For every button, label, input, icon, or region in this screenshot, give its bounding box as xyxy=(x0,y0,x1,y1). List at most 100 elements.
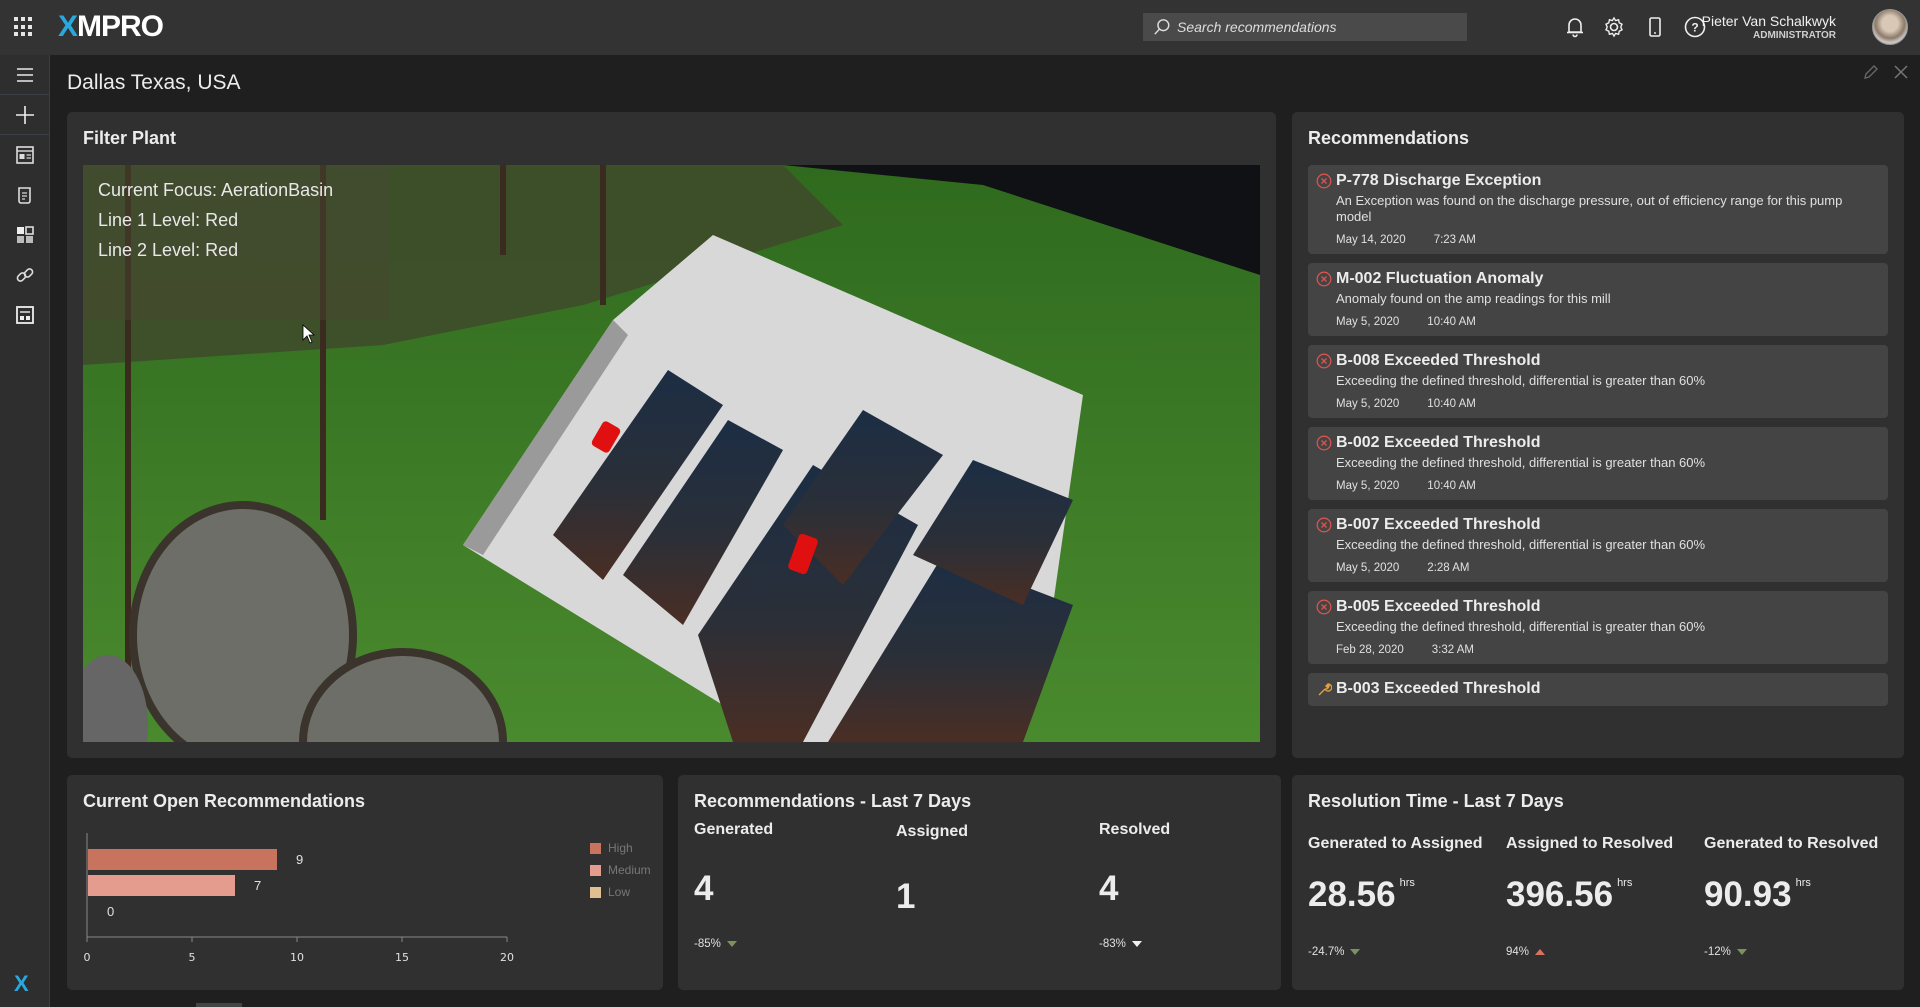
stat-value-resolved: 4 xyxy=(1099,869,1119,908)
wrench-icon xyxy=(1318,683,1332,696)
stat-label-assigned: Assigned xyxy=(896,823,969,840)
status-overlay: Current Focus: AerationBasin Line 1 Leve… xyxy=(83,165,389,320)
calculator-icon xyxy=(16,306,34,324)
bar-value-label: 7 xyxy=(254,878,261,893)
error-circle-icon xyxy=(1316,435,1332,451)
recommendation-meta: May 14, 2020 7:23 AM xyxy=(1336,234,1880,246)
recommendation-card[interactable]: B-003 Exceeded Threshold xyxy=(1308,673,1888,706)
trend-down-icon xyxy=(726,941,737,947)
recommendation-title: B-007 Exceeded Threshold xyxy=(1336,516,1541,533)
recommendations-list[interactable]: P-778 Discharge Exception An Exception wa… xyxy=(1308,165,1888,742)
trend-down-icon xyxy=(1131,941,1142,947)
svg-text:?: ? xyxy=(1691,21,1698,35)
recommendation-time: 10:40 AM xyxy=(1427,398,1476,410)
recommendation-title: B-005 Exceeded Threshold xyxy=(1336,598,1541,615)
trend-down-icon xyxy=(1350,949,1361,955)
legend-swatch xyxy=(590,864,601,876)
sidebar-logo[interactable]: X xyxy=(14,971,29,997)
bar-high xyxy=(88,849,277,870)
error-circle-icon xyxy=(1316,271,1332,287)
sidebar-item-widgets[interactable] xyxy=(0,215,50,255)
panel-title: Resolution Time - Last 7 Days xyxy=(1308,791,1564,811)
sidebar-item-calculator[interactable] xyxy=(0,295,50,335)
overlay-line: Line 2 Level: Red xyxy=(98,240,239,260)
apps-grid-icon[interactable] xyxy=(14,17,34,37)
recommendation-date: May 5, 2020 xyxy=(1336,562,1400,574)
recommendation-description: Exceeding the defined threshold, differe… xyxy=(1336,373,1706,388)
recommendation-title: P-778 Discharge Exception xyxy=(1336,172,1542,189)
recommendation-card[interactable]: B-002 Exceeded Threshold Exceeding the de… xyxy=(1308,427,1888,500)
user-info[interactable]: Pieter Van Schalkwyk ADMINISTRATOR xyxy=(1702,13,1836,41)
recommendation-description: Anomaly found on the amp readings for th… xyxy=(1336,291,1611,306)
sidebar-item-recommendations[interactable] xyxy=(0,175,50,215)
dashboard-icon xyxy=(16,146,34,164)
sidebar-item-links[interactable] xyxy=(0,255,50,295)
recommendation-time: 7:23 AM xyxy=(1433,234,1476,246)
close-icon[interactable] xyxy=(1892,63,1910,81)
horizontal-scrollbar[interactable] xyxy=(196,1003,242,1007)
sidebar: X xyxy=(0,55,50,1007)
xmpro-logo[interactable]: XMPRO xyxy=(58,10,164,44)
stat-change: -24.7% xyxy=(1308,946,1361,958)
recommendation-meta: May 5, 2020 2:28 AM xyxy=(1336,562,1880,574)
edit-icon[interactable] xyxy=(1862,63,1880,81)
recommendation-date: Feb 28, 2020 xyxy=(1336,644,1404,656)
sidebar-item-dashboard[interactable] xyxy=(0,135,50,175)
recommendation-card[interactable]: M-002 Fluctuation Anomaly Anomaly found o… xyxy=(1308,263,1888,336)
recommendation-title: B-003 Exceeded Threshold xyxy=(1336,680,1541,697)
bar-value-label: 9 xyxy=(296,852,303,867)
recommendation-description: Exceeding the defined threshold, differe… xyxy=(1336,537,1706,552)
legend-item[interactable]: Low xyxy=(590,881,651,903)
legend-label: Low xyxy=(608,885,631,899)
x-tick-label: 10 xyxy=(290,951,304,964)
recommendation-date: May 5, 2020 xyxy=(1336,316,1400,328)
link-icon xyxy=(16,268,34,282)
recommendation-card[interactable]: B-005 Exceeded Threshold Exceeding the de… xyxy=(1308,591,1888,664)
recommendation-header: B-002 Exceeded Threshold xyxy=(1316,434,1880,452)
legend-item[interactable]: High xyxy=(590,837,651,859)
legend-label: High xyxy=(608,841,633,855)
error-circle-icon xyxy=(1316,173,1332,189)
x-tick-label: 5 xyxy=(189,951,196,964)
recommendation-description: Exceeding the defined threshold, differe… xyxy=(1336,455,1706,470)
sidebar-add-button[interactable] xyxy=(0,95,50,135)
recommendation-header: B-003 Exceeded Threshold xyxy=(1316,680,1880,698)
recommendation-date: May 5, 2020 xyxy=(1336,398,1400,410)
recommendations-panel: Recommendations P-778 Discharge Exceptio… xyxy=(1292,112,1904,758)
legend-swatch xyxy=(590,842,601,854)
x-tick-label: 20 xyxy=(500,951,514,964)
3d-viewport[interactable]: Current Focus: AerationBasin Line 1 Leve… xyxy=(83,165,1260,742)
avatar[interactable] xyxy=(1872,9,1908,45)
bar-value-label: 0 xyxy=(107,904,114,919)
trend-down-icon xyxy=(1736,949,1747,955)
recommendation-description: An Exception was found on the discharge … xyxy=(1336,193,1843,224)
recommendation-time: 10:40 AM xyxy=(1427,316,1476,328)
search-input[interactable] xyxy=(1177,19,1457,35)
recommendation-meta: Feb 28, 2020 3:32 AM xyxy=(1336,644,1880,656)
error-circle-icon xyxy=(1316,353,1332,369)
recommendation-card[interactable]: B-007 Exceeded Threshold Exceeding the de… xyxy=(1308,509,1888,582)
recommendation-meta: May 5, 2020 10:40 AM xyxy=(1336,398,1880,410)
panel-title: Current Open Recommendations xyxy=(83,791,366,811)
stat-value-generated: 4 xyxy=(694,869,714,908)
recommendation-header: B-005 Exceeded Threshold xyxy=(1316,598,1880,616)
legend-item[interactable]: Medium xyxy=(590,859,651,881)
gear-icon[interactable] xyxy=(1601,14,1627,40)
open-recommendations-panel: Current Open Recommendations 0 5 10 15 20 9 7 0… xyxy=(67,775,663,990)
sidebar-menu-button[interactable] xyxy=(0,55,50,95)
chart-legend: High Medium Low xyxy=(590,837,651,903)
stat-label: Generated to Assigned xyxy=(1308,835,1483,852)
recommendation-card[interactable]: P-778 Discharge Exception An Exception wa… xyxy=(1308,165,1888,254)
panel-title: Recommendations - Last 7 Days xyxy=(694,791,972,811)
search-box[interactable] xyxy=(1143,13,1467,41)
mobile-icon[interactable] xyxy=(1642,14,1668,40)
user-name: Pieter Van Schalkwyk xyxy=(1701,13,1836,29)
bell-icon[interactable] xyxy=(1562,14,1588,40)
stat-value-assigned: 1 xyxy=(896,877,916,916)
stat-value: 90.93 hrs xyxy=(1704,875,1811,914)
recommendation-card[interactable]: B-008 Exceeded Threshold Exceeding the de… xyxy=(1308,345,1888,418)
overlay-line: Line 1 Level: Red xyxy=(98,210,239,230)
legend-swatch xyxy=(590,886,601,898)
widgets-icon xyxy=(17,226,34,243)
stat-value: 396.56 hrs xyxy=(1506,875,1633,914)
